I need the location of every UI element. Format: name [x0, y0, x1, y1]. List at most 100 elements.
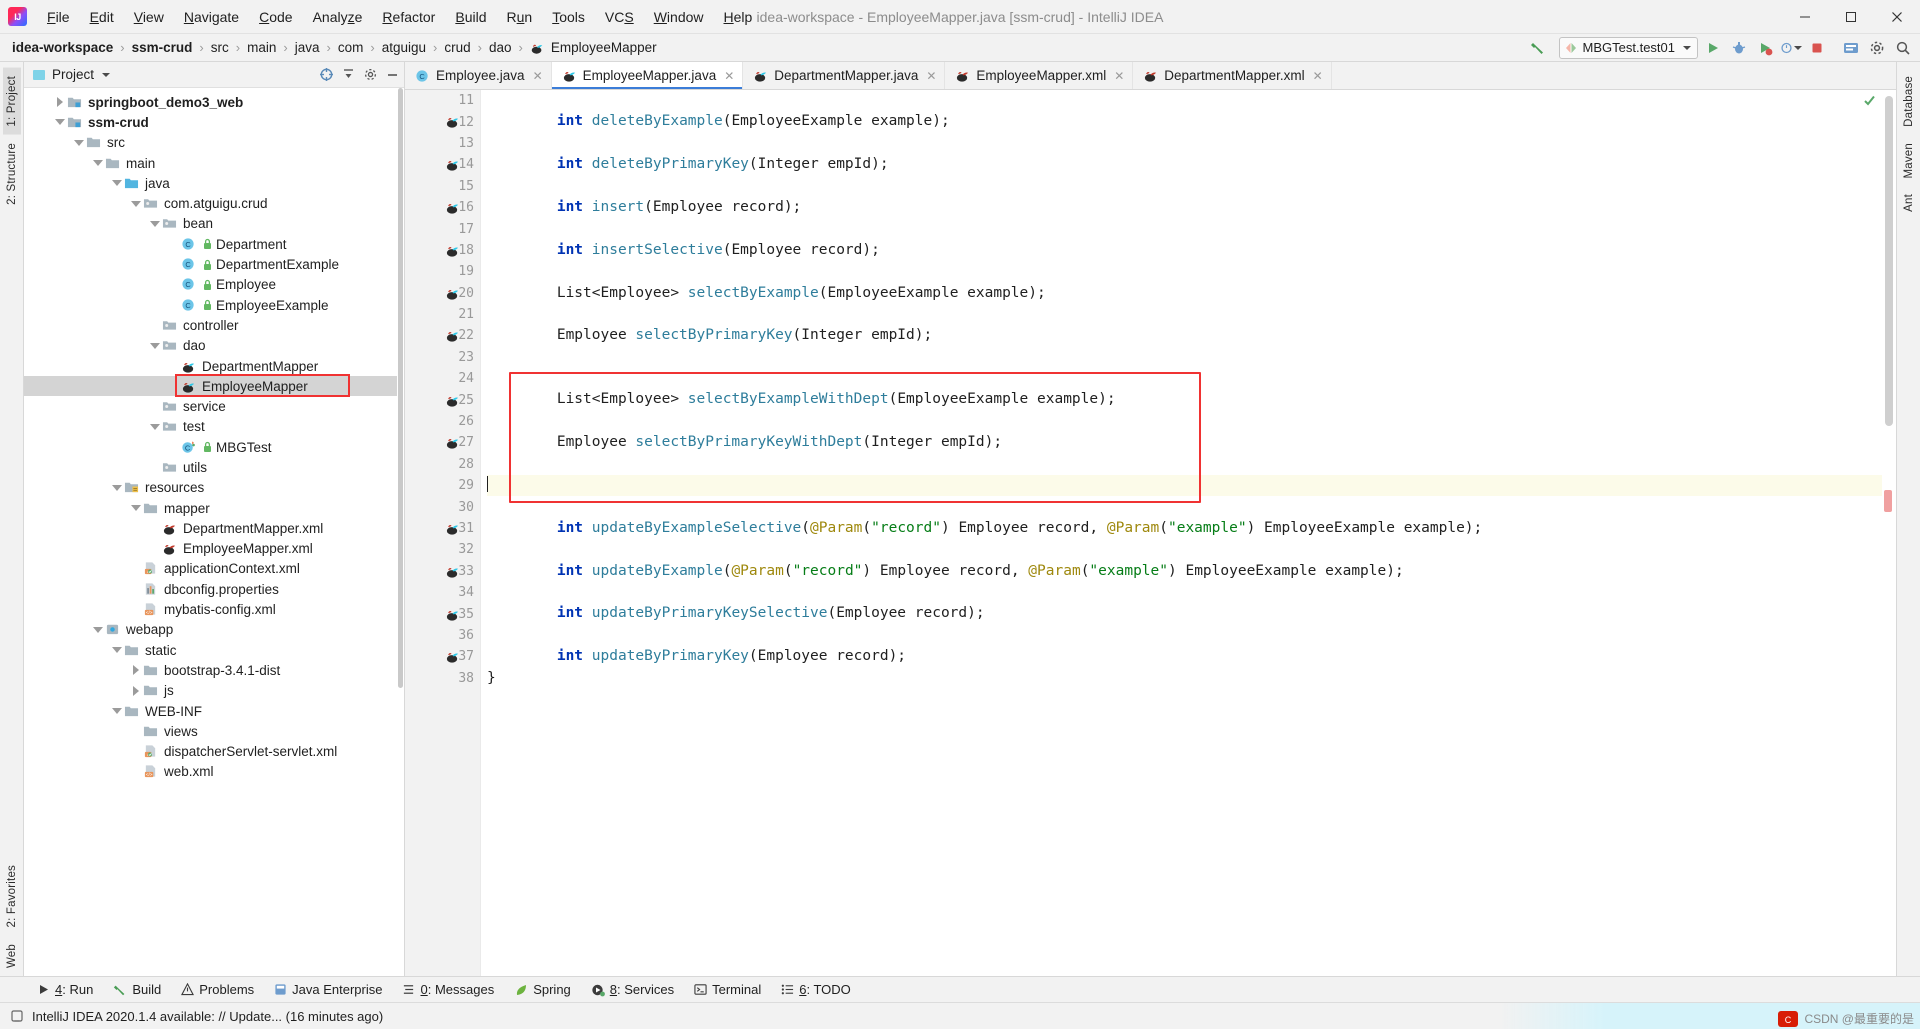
menu-edit[interactable]: Edit [80, 5, 124, 29]
close-icon[interactable]: ✕ [533, 69, 543, 83]
editor-tab-departmentmapper-xml[interactable]: DepartmentMapper.xml ✕ [1133, 62, 1332, 89]
tree-node-mybatis-config-xml[interactable]: </> mybatis-config.xml [24, 599, 404, 619]
close-icon[interactable]: ✕ [1114, 69, 1124, 83]
code-line-34[interactable] [487, 582, 1896, 603]
breadcrumb-item-main[interactable]: main [245, 38, 278, 57]
gutter-line-17[interactable]: 17 [405, 218, 480, 239]
mybatis-navigate-gutter-icon[interactable] [445, 286, 461, 300]
run-configuration-selector[interactable]: MBGTest.test01 [1558, 36, 1698, 59]
tree-node-department[interactable]: C Department [24, 234, 404, 254]
gutter-line-31[interactable]: 31 [405, 518, 480, 539]
menu-tools[interactable]: Tools [542, 5, 595, 29]
mybatis-navigate-gutter-icon[interactable] [445, 564, 461, 578]
chevron-down-icon[interactable] [1683, 45, 1691, 50]
tree-node-springboot-demo3-web[interactable]: springboot_demo3_web [24, 92, 404, 112]
tree-node-com-atguigu-crud[interactable]: com.atguigu.crud [24, 193, 404, 213]
gutter-line-34[interactable]: 34 [405, 582, 480, 603]
tree-node-webapp[interactable]: webapp [24, 620, 404, 640]
chevron-right-icon[interactable] [129, 665, 143, 676]
profiler-button[interactable] [1780, 37, 1802, 59]
project-tree[interactable]: springboot_demo3_web ssm-crud src main java c… [24, 88, 404, 976]
tree-node-java[interactable]: java [24, 173, 404, 193]
code-line-22[interactable]: Employee selectByPrimaryKey(Integer empI… [487, 325, 1896, 346]
mybatis-navigate-gutter-icon[interactable] [445, 200, 461, 214]
settings-icon[interactable] [362, 67, 378, 83]
code-line-14[interactable]: int deleteByPrimaryKey(Integer empId); [487, 154, 1896, 175]
code-editor[interactable]: 11 12 13 14 15 16 17 18 19 20 21 22 23 24 25 26 27 28 29 30… [405, 90, 1896, 976]
tool-tab-favorites[interactable]: 2: Favorites [3, 857, 21, 935]
gutter-line-19[interactable]: 19 [405, 261, 480, 282]
breadcrumb-item-dao[interactable]: dao [487, 38, 514, 57]
mybatis-navigate-gutter-icon[interactable] [445, 649, 461, 663]
tree-node-departmentmapper[interactable]: DepartmentMapper [24, 356, 404, 376]
code-line-38[interactable]: } [487, 668, 1896, 689]
run-with-coverage-button[interactable] [1754, 37, 1776, 59]
menu-refactor[interactable]: Refactor [372, 5, 445, 29]
menu-view[interactable]: View [124, 5, 174, 29]
tool-window-4-run[interactable]: 4: Run [28, 979, 102, 1000]
tool-tab-structure[interactable]: 2: Structure [3, 135, 21, 213]
chevron-down-icon[interactable] [102, 72, 111, 77]
gutter-line-26[interactable]: 26 [405, 411, 480, 432]
code-line-25[interactable]: List<Employee> selectByExampleWithDept(E… [487, 389, 1896, 410]
tree-node-dbconfig-properties[interactable]: dbconfig.properties [24, 579, 404, 599]
code-line-32[interactable] [487, 539, 1896, 560]
gutter-line-27[interactable]: 27 [405, 432, 480, 453]
chevron-down-icon[interactable] [110, 647, 124, 654]
mybatis-navigate-gutter-icon[interactable] [445, 435, 461, 449]
gutter-line-30[interactable]: 30 [405, 496, 480, 517]
project-tree-scrollbar[interactable] [397, 88, 404, 976]
chevron-down-icon[interactable] [148, 220, 162, 227]
editor-tab-employee-java[interactable]: C Employee.java ✕ [405, 62, 552, 89]
tree-node-departmentexample[interactable]: C DepartmentExample [24, 254, 404, 274]
tree-node-service[interactable]: service [24, 396, 404, 416]
gutter-line-15[interactable]: 15 [405, 176, 480, 197]
run-button[interactable] [1702, 37, 1724, 59]
editor-tab-employeemapper-xml[interactable]: EmployeeMapper.xml ✕ [945, 62, 1134, 89]
settings-button[interactable] [1866, 37, 1888, 59]
debug-button[interactable] [1728, 37, 1750, 59]
code-line-21[interactable] [487, 304, 1896, 325]
tree-node-employee[interactable]: C Employee [24, 275, 404, 295]
editor-tab-employeemapper-java[interactable]: EmployeeMapper.java ✕ [551, 62, 744, 89]
tool-window-terminal[interactable]: Terminal [685, 979, 770, 1000]
code-line-29[interactable] [487, 475, 1896, 497]
chevron-down-icon[interactable] [110, 180, 124, 187]
menu-build[interactable]: Build [445, 5, 496, 29]
build-project-button[interactable] [1527, 37, 1549, 59]
hide-panel-icon[interactable] [384, 67, 400, 83]
breadcrumb-item-atguigu[interactable]: atguigu [380, 38, 428, 57]
menu-help[interactable]: Help [714, 5, 763, 29]
breadcrumb-item-crud[interactable]: crud [442, 38, 472, 57]
menu-file[interactable]: File [37, 5, 80, 29]
collapse-all-icon[interactable] [340, 67, 356, 83]
close-icon[interactable]: ✕ [1313, 69, 1323, 83]
tree-node-employeemapper-xml[interactable]: EmployeeMapper.xml [24, 539, 404, 559]
code-line-16[interactable]: int insert(Employee record); [487, 197, 1896, 218]
inspection-ok-icon[interactable] [1863, 94, 1876, 110]
code-line-30[interactable] [487, 496, 1896, 517]
tool-window-java-enterprise[interactable]: Java Enterprise [265, 979, 391, 1000]
tree-node-employeemapper[interactable]: EmployeeMapper [24, 376, 404, 397]
editor-scrollbar[interactable] [1882, 90, 1896, 976]
gutter-line-16[interactable]: 16 [405, 197, 480, 218]
chevron-down-icon[interactable] [91, 626, 105, 633]
chevron-down-icon[interactable] [53, 119, 67, 126]
tree-node-src[interactable]: src [24, 133, 404, 153]
tree-node-controller[interactable]: controller [24, 315, 404, 335]
code-line-28[interactable] [487, 454, 1896, 475]
breadcrumb-item-src[interactable]: src [209, 38, 231, 57]
code-line-33[interactable]: int updateByExample(@Param("record") Emp… [487, 561, 1896, 582]
tree-node-views[interactable]: views [24, 721, 404, 741]
mybatis-navigate-gutter-icon[interactable] [445, 521, 461, 535]
menu-analyze[interactable]: Analyze [303, 5, 373, 29]
gutter-line-24[interactable]: 24 [405, 368, 480, 389]
tool-tab-maven[interactable]: Maven [1900, 135, 1918, 187]
tool-tab-ant[interactable]: Ant [1900, 186, 1918, 220]
chevron-down-icon[interactable] [110, 484, 124, 491]
gutter-line-32[interactable]: 32 [405, 539, 480, 560]
tree-node-bean[interactable]: bean [24, 214, 404, 234]
mybatis-navigate-gutter-icon[interactable] [445, 243, 461, 257]
tree-node-ssm-crud[interactable]: ssm-crud [24, 112, 404, 132]
gutter-line-29[interactable]: 29 [405, 475, 480, 496]
